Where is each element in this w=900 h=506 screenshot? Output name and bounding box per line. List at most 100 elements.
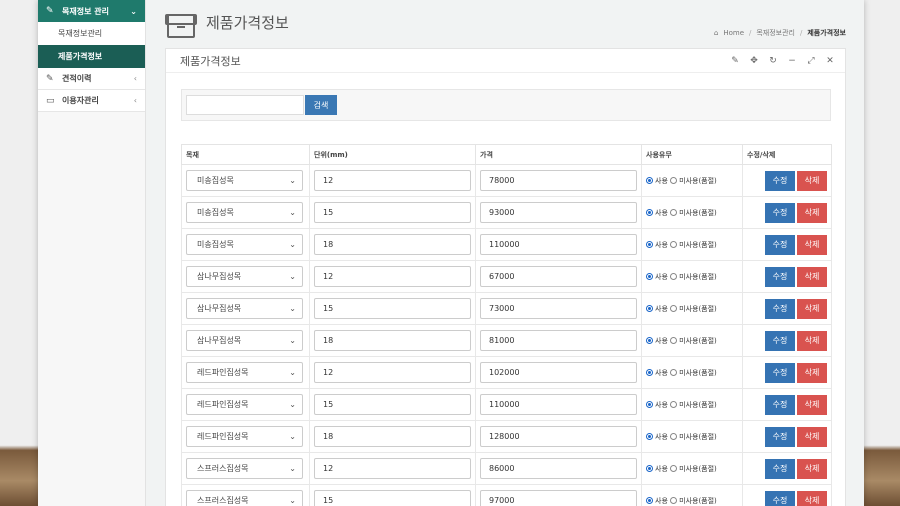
panel-tools: ✎ ✥ ↻ − ⤢ ✕ — [730, 56, 835, 66]
use-radio[interactable] — [646, 241, 653, 248]
unit-input[interactable]: 12 — [314, 266, 471, 287]
unit-input[interactable]: 18 — [314, 234, 471, 255]
edit-button[interactable]: 수정 — [765, 202, 795, 223]
price-input[interactable]: 128000 — [480, 426, 637, 447]
wood-select[interactable]: 삼나무집성목 ⌄ — [186, 298, 303, 319]
unused-radio[interactable] — [670, 177, 678, 184]
unit-cell: 15 — [309, 196, 476, 229]
delete-button[interactable]: 삭제 — [797, 298, 827, 319]
delete-button[interactable]: 삭제 — [797, 490, 827, 506]
use-radio[interactable] — [646, 433, 653, 440]
edit-button[interactable]: 수정 — [765, 330, 795, 351]
use-radio[interactable] — [646, 369, 653, 376]
use-radio[interactable] — [646, 305, 653, 312]
price-input[interactable]: 110000 — [480, 234, 637, 255]
unused-radio[interactable] — [670, 241, 678, 248]
search-input[interactable] — [186, 95, 304, 115]
sidebar-subitem-wood-manage[interactable]: 목재정보관리 — [38, 22, 145, 45]
unused-radio[interactable] — [670, 209, 678, 216]
price-input[interactable]: 97000 — [480, 490, 637, 506]
use-radio[interactable] — [646, 337, 653, 344]
edit-button[interactable]: 수정 — [765, 458, 795, 479]
price-input[interactable]: 78000 — [480, 170, 637, 191]
unused-radio[interactable] — [670, 337, 678, 344]
use-radio[interactable] — [646, 465, 653, 472]
wood-select[interactable]: 레드파인집성목 ⌄ — [186, 394, 303, 415]
sidebar-item-quote-history[interactable]: ✎ 견적이력 ‹ — [38, 68, 145, 90]
breadcrumb-wood-manage[interactable]: 목재정보관리 — [756, 28, 795, 38]
unit-input[interactable]: 15 — [314, 394, 471, 415]
delete-button[interactable]: 삭제 — [797, 234, 827, 255]
unit-input[interactable]: 12 — [314, 170, 471, 191]
sidebar-item-wood-info[interactable]: ✎ 목재정보 관리 ⌄ — [38, 0, 145, 22]
edit-button[interactable]: 수정 — [765, 234, 795, 255]
price-input[interactable]: 110000 — [480, 394, 637, 415]
use-radio-label: 사용 — [655, 336, 668, 345]
delete-button[interactable]: 삭제 — [797, 330, 827, 351]
expand-icon[interactable]: ⤢ — [806, 56, 816, 66]
wood-select[interactable]: 삼나무집성목 ⌄ — [186, 330, 303, 351]
delete-button[interactable]: 삭제 — [797, 170, 827, 191]
wood-select[interactable]: 스프러스집성목 ⌄ — [186, 490, 303, 506]
unused-radio[interactable] — [670, 369, 678, 376]
wood-select[interactable]: 미송집성목 ⌄ — [186, 234, 303, 255]
use-radio[interactable] — [646, 209, 653, 216]
delete-button[interactable]: 삭제 — [797, 362, 827, 383]
delete-button[interactable]: 삭제 — [797, 426, 827, 447]
unit-input[interactable]: 15 — [314, 202, 471, 223]
wood-select[interactable]: 레드파인집성목 ⌄ — [186, 426, 303, 447]
wood-select[interactable]: 미송집성목 ⌄ — [186, 170, 303, 191]
wood-select[interactable]: 삼나무집성목 ⌄ — [186, 266, 303, 287]
unused-radio[interactable] — [670, 465, 678, 472]
edit-button[interactable]: 수정 — [765, 266, 795, 287]
wood-select[interactable]: 스프러스집성목 ⌄ — [186, 458, 303, 479]
breadcrumb-home[interactable]: Home — [723, 29, 744, 37]
delete-button[interactable]: 삭제 — [797, 266, 827, 287]
sidebar-item-user-manage[interactable]: ▭ 이용자관리 ‹ — [38, 90, 145, 112]
wood-select[interactable]: 미송집성목 ⌄ — [186, 202, 303, 223]
sidebar-subitem-product-price[interactable]: 제품가격정보 — [38, 45, 145, 68]
unit-input[interactable]: 12 — [314, 362, 471, 383]
actions-cell: 수정 삭제 — [742, 388, 832, 421]
unit-input[interactable]: 18 — [314, 330, 471, 351]
delete-button[interactable]: 삭제 — [797, 458, 827, 479]
unused-radio[interactable] — [670, 273, 678, 280]
price-input[interactable]: 81000 — [480, 330, 637, 351]
unit-input[interactable]: 18 — [314, 426, 471, 447]
price-input[interactable]: 86000 — [480, 458, 637, 479]
unused-radio[interactable] — [670, 401, 678, 408]
price-input[interactable]: 102000 — [480, 362, 637, 383]
unused-radio[interactable] — [670, 305, 678, 312]
edit-button[interactable]: 수정 — [765, 394, 795, 415]
move-icon[interactable]: ✥ — [749, 56, 759, 66]
use-radio[interactable] — [646, 177, 653, 184]
price-table: 목재 단위(mm) 가격 사용유무 수정/삭제 미송집성목 ⌄ 12 78000 — [181, 144, 832, 506]
wood-select[interactable]: 레드파인집성목 ⌄ — [186, 362, 303, 383]
search-button[interactable]: 검색 — [305, 95, 337, 115]
price-input[interactable]: 93000 — [480, 202, 637, 223]
use-radio[interactable] — [646, 497, 653, 504]
price-input[interactable]: 67000 — [480, 266, 637, 287]
unit-input[interactable]: 15 — [314, 298, 471, 319]
unit-input[interactable]: 12 — [314, 458, 471, 479]
close-icon[interactable]: ✕ — [825, 56, 835, 66]
edit-button[interactable]: 수정 — [765, 298, 795, 319]
edit-button[interactable]: 수정 — [765, 426, 795, 447]
use-radio[interactable] — [646, 401, 653, 408]
edit-button[interactable]: 수정 — [765, 490, 795, 506]
price-input[interactable]: 73000 — [480, 298, 637, 319]
unused-radio[interactable] — [670, 497, 678, 504]
use-radio-group: 사용 미사용(품절) — [646, 400, 738, 410]
delete-button[interactable]: 삭제 — [797, 394, 827, 415]
delete-button[interactable]: 삭제 — [797, 202, 827, 223]
unit-input[interactable]: 15 — [314, 490, 471, 506]
unused-radio[interactable] — [670, 433, 678, 440]
edit-button[interactable]: 수정 — [765, 362, 795, 383]
edit-button[interactable]: 수정 — [765, 170, 795, 191]
use-radio[interactable] — [646, 273, 653, 280]
refresh-icon[interactable]: ↻ — [768, 56, 778, 66]
row-actions: 수정 삭제 — [747, 234, 827, 255]
pencil-icon[interactable]: ✎ — [730, 56, 740, 66]
minimize-icon[interactable]: − — [787, 56, 797, 66]
use-radio-label: 사용 — [655, 464, 668, 473]
